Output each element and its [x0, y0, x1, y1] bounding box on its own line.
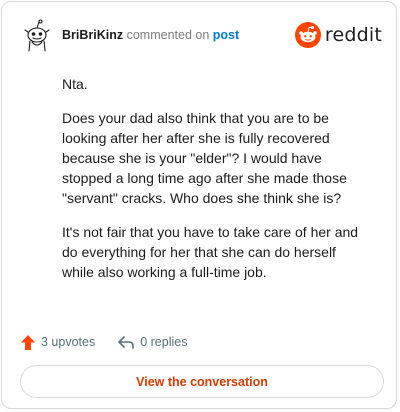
reply-arrow-icon: [118, 336, 135, 349]
comment-actions: 3 upvotes 0 replies: [20, 332, 209, 352]
comment-body: Nta. Does your dad also think that you a…: [62, 74, 368, 296]
reddit-logo-icon: [294, 22, 321, 48]
comment-paragraph: Nta.: [62, 76, 88, 92]
comment-meta: BriBriKinz commented on post: [62, 28, 239, 42]
replies-button[interactable]: 0 replies: [117, 334, 187, 350]
commented-on-text: commented on: [126, 28, 210, 42]
upvote-arrow-icon: [21, 334, 35, 350]
comment-card: BriBriKinz commented on post reddit Nta.…: [1, 1, 397, 409]
reddit-brand[interactable]: reddit: [294, 20, 382, 50]
avatar[interactable]: [20, 18, 54, 54]
reply-count: 0 replies: [140, 335, 188, 349]
post-link[interactable]: post: [213, 28, 239, 42]
view-conversation-label: View the conversation: [136, 374, 268, 389]
username-link[interactable]: BriBriKinz: [62, 28, 123, 42]
view-conversation-button[interactable]: View the conversation: [20, 365, 384, 398]
reddit-wordmark: reddit: [324, 24, 382, 46]
comment-paragraph: It's not fair that you have to take care…: [62, 224, 359, 280]
upvote-button[interactable]: 3 upvotes: [20, 334, 95, 351]
upvote-count: 3 upvotes: [41, 335, 96, 349]
avatar-snoo-icon: [24, 19, 50, 52]
comment-paragraph: Does your dad also think that you are to…: [62, 110, 347, 206]
comment-header: BriBriKinz commented on post reddit: [20, 18, 382, 54]
